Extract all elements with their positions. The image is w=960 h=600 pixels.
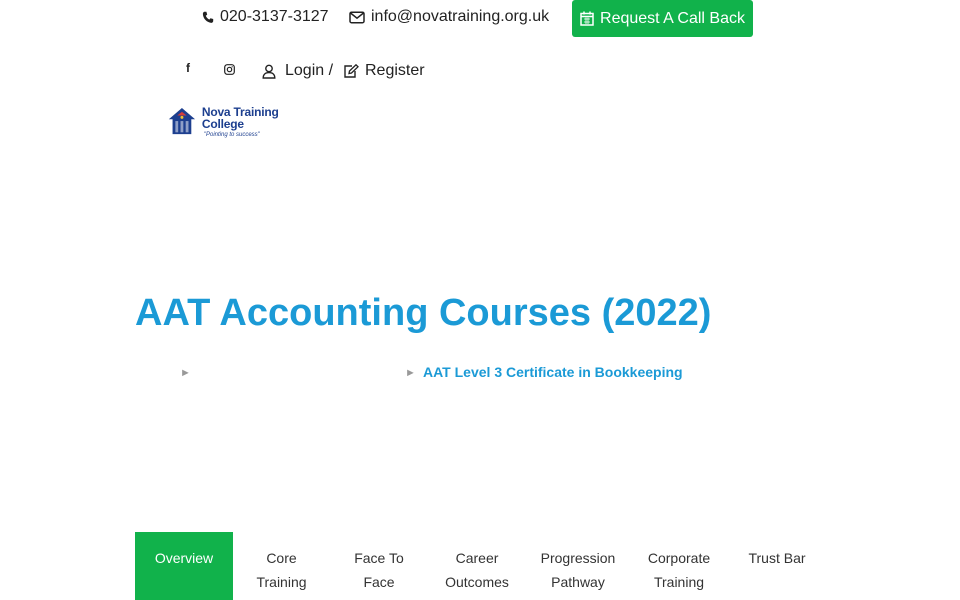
tab-label: Training — [256, 574, 307, 590]
tab-label: Training — [653, 574, 705, 590]
phone-icon — [202, 11, 214, 23]
page-title: AAT Accounting Courses (2022) — [135, 292, 712, 334]
login-label: Login / — [285, 62, 334, 79]
tab-core-training[interactable]: Core Training — [233, 532, 330, 600]
breadcrumb-current[interactable]: AAT Level 3 Certificate in Bookkeeping — [423, 364, 683, 380]
register-link[interactable]: Register — [343, 62, 425, 80]
phone-contact[interactable]: 020-3137-3127 — [202, 8, 329, 26]
tab-career-outcomes[interactable]: Career Outcomes — [428, 532, 526, 600]
tab-face-to-face[interactable]: Face To Face — [330, 532, 428, 600]
tab-label: Trust Bar — [748, 550, 806, 566]
tab-label: Face — [363, 574, 395, 590]
tab-label: Face To — [354, 550, 404, 566]
tab-label: Outcomes — [445, 574, 509, 590]
tab-label: Corporate — [647, 550, 711, 566]
request-call-back-label: Request A Call Back — [600, 9, 745, 27]
tab-label: Progression — [540, 550, 616, 566]
tab-label: Core — [266, 550, 297, 566]
instagram-link[interactable] — [224, 62, 235, 80]
tab-label: Overview — [154, 550, 214, 566]
logo-emblem-icon — [168, 107, 196, 135]
site-logo[interactable]: Nova Training College "Pointing to succe… — [166, 104, 316, 140]
user-icon — [262, 64, 276, 79]
instagram-icon — [224, 64, 235, 75]
breadcrumb-separator: ► — [180, 367, 191, 379]
email-address: info@novatraining.org.uk — [371, 8, 550, 25]
edit-icon — [344, 64, 359, 78]
logo-tagline: "Pointing to success" — [203, 132, 260, 138]
tab-overview[interactable]: Overview — [135, 532, 233, 600]
envelope-icon — [349, 10, 365, 23]
logo-name: Nova Training College — [201, 105, 279, 131]
login-link[interactable]: Login / — [262, 62, 333, 80]
tab-trust-bar[interactable]: Trust Bar — [728, 532, 826, 600]
calendar-icon — [580, 11, 594, 26]
tab-progression-pathway[interactable]: Progression Pathway — [526, 532, 630, 600]
tab-corporate-training[interactable]: Corporate Training — [630, 532, 728, 600]
phone-number: 020-3137-3127 — [220, 8, 329, 25]
register-label: Register — [365, 62, 425, 79]
facebook-icon: f — [186, 61, 190, 75]
breadcrumb-separator: ► — [405, 367, 416, 379]
email-contact[interactable]: info@novatraining.org.uk — [349, 8, 549, 26]
request-call-back-button[interactable]: Request A Call Back — [572, 0, 753, 37]
tab-label: Pathway — [551, 574, 605, 590]
course-tabs: Overview Core Training Face To Face Care… — [135, 532, 826, 600]
facebook-link[interactable]: f — [186, 61, 190, 75]
tab-label: Career — [455, 550, 499, 566]
